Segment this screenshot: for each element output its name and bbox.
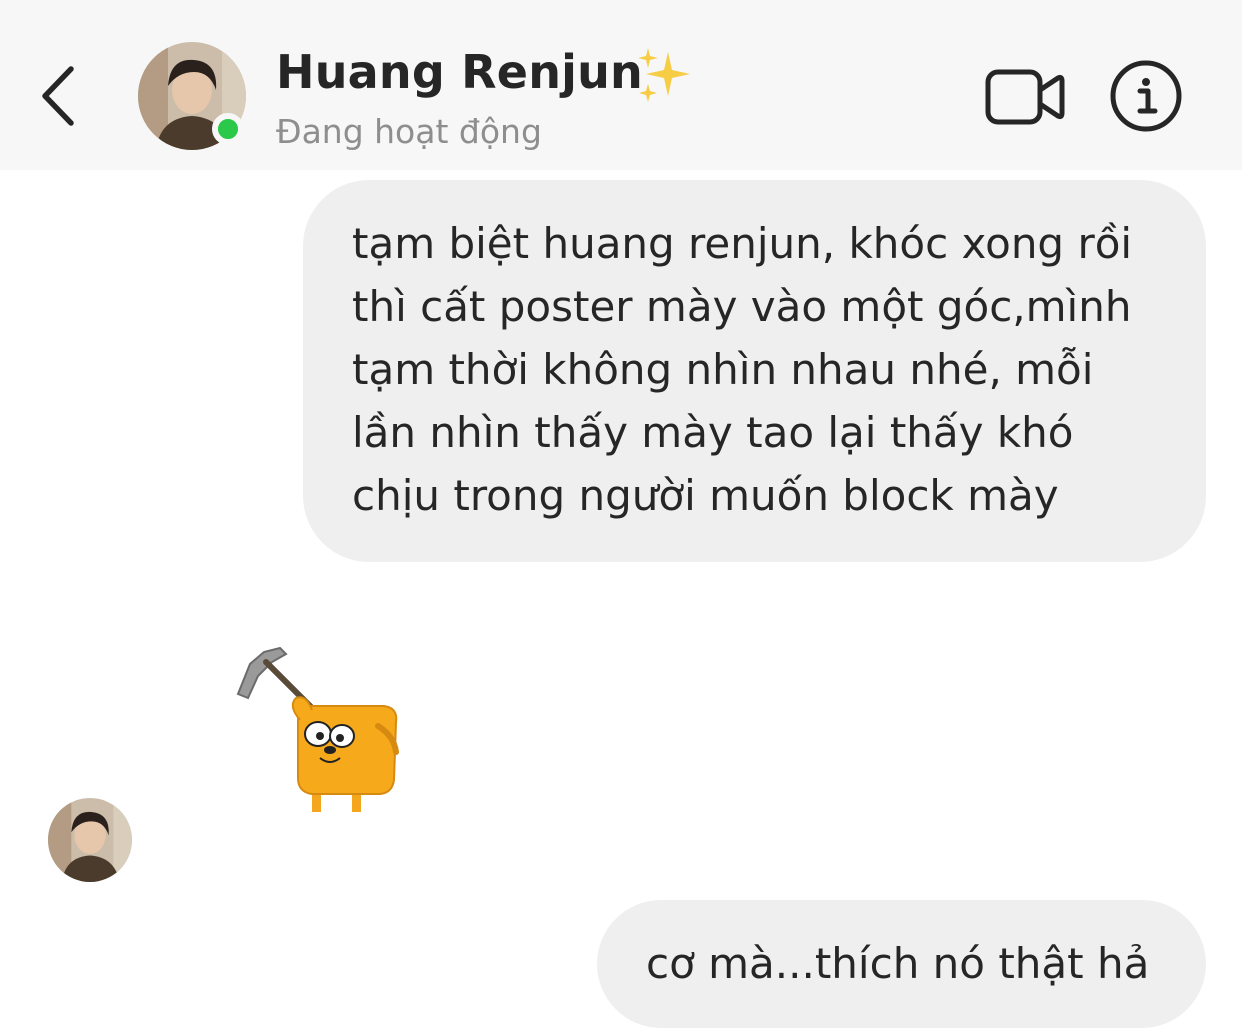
message-line: chịu trong người muốn block mày (352, 471, 1059, 520)
sender-avatar[interactable] (48, 798, 132, 882)
chat-header: Huang Renjun Đang hoạt động (0, 0, 1242, 170)
message-line: tạm thời không nhìn nhau nhé, mỗi (352, 345, 1094, 394)
jake-dog-with-pickaxe-sticker[interactable] (228, 640, 408, 820)
message-bubble-outgoing[interactable]: cơ mà...thích nó thật hả (597, 900, 1206, 1028)
sparkles-emoji (632, 44, 694, 106)
chevron-left-icon (42, 66, 74, 126)
info-button[interactable] (1106, 60, 1186, 140)
message-line: tạm biệt huang renjun, khóc xong rồi (352, 219, 1133, 268)
active-status: Đang hoạt động (276, 112, 542, 151)
back-button[interactable] (30, 60, 90, 130)
info-circle-icon (1110, 60, 1182, 132)
message-line: lần nhìn thấy mày tao lại thấy khó (352, 408, 1074, 457)
message-bubble-outgoing[interactable]: tạm biệt huang renjun, khóc xong rồi thì… (303, 180, 1206, 562)
message-text: cơ mà...thích nó thật hả (646, 939, 1150, 988)
online-status-dot (212, 113, 244, 145)
contact-name[interactable]: Huang Renjun (276, 45, 643, 99)
avatar-photo (48, 798, 132, 882)
video-call-button[interactable] (984, 66, 1068, 128)
message-line: thì cất poster mày vào một góc,mình (352, 282, 1132, 331)
chat-screen: Huang Renjun Đang hoạt động tạm biệt hua… (0, 0, 1242, 1030)
video-camera-icon (985, 69, 1065, 125)
